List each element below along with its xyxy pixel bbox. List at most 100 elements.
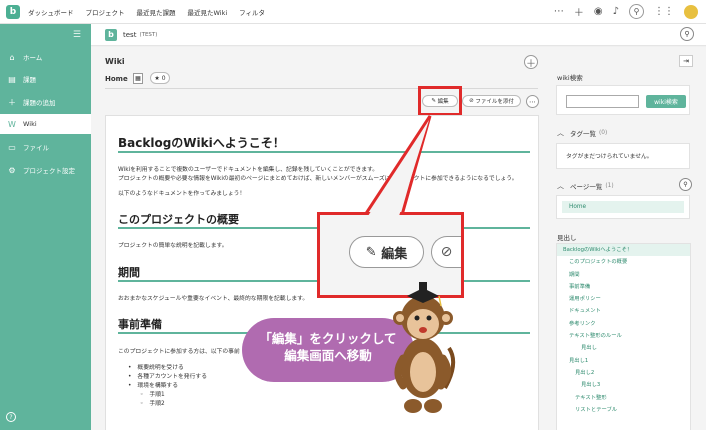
sidebar-item-label: 課題 — [23, 76, 36, 84]
list-item: 手順1 — [140, 389, 207, 398]
edit-button[interactable]: ✎ 編集 — [422, 95, 458, 107]
toc-item[interactable]: リストとテーブル — [557, 404, 690, 416]
nav-projects[interactable]: プロジェクト — [86, 7, 125, 17]
heading-underline — [118, 280, 530, 282]
top-icons: ⋯ ＋ ◉ ♪ ⚲ ⋮⋮ — [544, 4, 698, 19]
wiki-search-button[interactable]: wiki検索 — [646, 95, 686, 108]
sidebar-item-label: プロジェクト設定 — [23, 167, 75, 175]
sidebar-item-add-issue[interactable]: ＋ 課題の追加 — [0, 92, 91, 112]
bell-icon[interactable]: ♪ — [613, 6, 619, 17]
sidebar-item-project-settings[interactable]: ⚙ プロジェクト設定 — [0, 160, 91, 180]
tags-count: (0) — [599, 130, 608, 136]
star-count: 0 — [161, 74, 166, 82]
heading-underline — [118, 227, 530, 229]
toc-item[interactable]: 事前準備 — [557, 281, 690, 293]
sidebar-item-label: ホーム — [23, 54, 43, 62]
project-header: b test (TEST) ⚲ — [91, 24, 706, 46]
home-icon: ⌂ — [9, 52, 15, 62]
attach-file-button[interactable]: ⊘ ファイルを添付 — [462, 95, 521, 107]
tags-section-header[interactable]: ︿ タグ一覧 (0) — [557, 128, 607, 138]
star-icon: ★ — [154, 74, 160, 82]
heading-underline — [118, 151, 530, 153]
nav-recent-wiki[interactable]: 最近見たWiki — [188, 7, 228, 17]
wiki-icon: W — [8, 119, 16, 129]
hamburger-icon[interactable]: ☰ — [73, 30, 81, 40]
page-item-home[interactable]: Home — [562, 201, 684, 213]
pages-section-header[interactable]: ︿ ページ一覧 (1) — [557, 181, 614, 191]
search-icon[interactable]: ⚲ — [629, 4, 644, 19]
nav-dashboard[interactable]: ダッシュボード — [28, 7, 74, 17]
toc-item[interactable]: ドキュメント — [557, 305, 690, 317]
list-item: 各種アカウントを発行する — [128, 371, 207, 380]
wiki-page-name: Home — [105, 75, 128, 83]
toc-item[interactable]: 見出し — [557, 342, 690, 354]
toc-item[interactable]: 期間 — [557, 269, 690, 281]
list-item: 環境を構築する — [128, 380, 207, 389]
toc-item[interactable]: 参考リンク — [557, 318, 690, 330]
toc-item[interactable]: BacklogのWikiへようこそ！ — [557, 244, 690, 257]
top-nav: ダッシュボード プロジェクト 最近見た課題 最近見たWiki フィルタ — [28, 7, 277, 17]
sidebar: ☰ ⌂ ホーム ▤ 課題 ＋ 課題の追加 W Wiki ▭ ファイル ⚙ プロジ… — [0, 24, 91, 430]
avatar[interactable] — [684, 4, 698, 19]
plus-icon: ＋ — [8, 97, 16, 107]
history-icon[interactable]: ▦ — [133, 73, 143, 84]
tags-title: タグ一覧 — [570, 130, 596, 138]
toc-item[interactable]: 見出し1 — [557, 355, 690, 367]
toc-title: 見出し — [557, 234, 577, 242]
doc-heading-period: 期間 — [118, 266, 140, 279]
file-icon: ▭ — [8, 142, 16, 152]
help-icon[interactable]: ? — [6, 412, 16, 422]
toc-item[interactable]: 運用ポリシー — [557, 293, 690, 305]
wiki-search-label: wiki検索 — [557, 74, 583, 82]
heading-underline — [118, 332, 530, 334]
pages-box: Home — [556, 195, 690, 219]
pages-search-icon[interactable]: ⚲ — [679, 178, 692, 191]
chevron-up-icon: ︿ — [557, 182, 564, 190]
project-name[interactable]: test — [123, 31, 136, 39]
gear-icon: ⚙ — [8, 165, 16, 175]
list-item: 手順2 — [140, 398, 207, 407]
edit-button-label: 編集 — [437, 99, 449, 105]
doc-prep-text: このプロジェクトに参加する方は、以下の事前 — [118, 349, 240, 355]
toc-item[interactable]: 見出し3 — [557, 379, 690, 391]
divider — [105, 88, 538, 89]
nav-filter[interactable]: フィルタ — [239, 7, 265, 17]
chevron-up-icon: ︿ — [557, 129, 564, 137]
main-content: Wiki ＋ Home ▦ ★ 0 ✎ 編集 ⊘ ファイルを添付 ⋯ Backl… — [91, 47, 546, 430]
wiki-document: BacklogのWikiへようこそ！ Wikiを利用することで複数のユーザーでド… — [105, 115, 539, 430]
sidebar-item-issues[interactable]: ▤ 課題 — [0, 69, 91, 89]
doc-heading: BacklogのWikiへようこそ！ — [118, 136, 285, 150]
pencil-icon: ✎ — [431, 98, 436, 104]
sidebar-item-label: ファイル — [23, 144, 49, 152]
nav-recent-issues[interactable]: 最近見た課題 — [137, 7, 176, 17]
project-search-icon[interactable]: ⚲ — [680, 27, 694, 41]
sidebar-item-wiki[interactable]: W Wiki — [0, 114, 91, 134]
paperclip-icon: ⊘ — [469, 98, 474, 104]
attach-file-label: ファイルを添付 — [475, 99, 514, 105]
doc-intro-1: Wikiを利用することで複数のユーザーでドキュメントを編集し、記録を残していくこ… — [118, 167, 379, 173]
star-button[interactable]: ★ 0 — [150, 72, 170, 84]
doc-heading-overview: このプロジェクトの概要 — [118, 213, 239, 226]
collapse-panel-icon[interactable]: ⇥ — [679, 55, 693, 67]
toc-item[interactable]: 見出し2 — [557, 367, 690, 379]
toc-item[interactable]: このプロジェクトの概要 — [557, 256, 690, 268]
toc-item[interactable]: テキスト整形 — [557, 392, 690, 404]
backlog-logo[interactable]: b — [6, 4, 20, 19]
apps-icon[interactable]: ⋮⋮ — [654, 6, 674, 17]
doc-intro-2: プロジェクトの概要や必要な情報をWikiの最初のページにまとめておけば、新しいメ… — [118, 176, 518, 182]
sidebar-item-home[interactable]: ⌂ ホーム — [0, 47, 91, 67]
wiki-search-box: wiki検索 — [556, 85, 690, 115]
eye-icon[interactable]: ◉ — [594, 6, 603, 17]
right-panel: ⇥ wiki検索 wiki検索 ︿ タグ一覧 (0) タグがまだつけられていませ… — [546, 47, 706, 430]
plus-icon[interactable]: ＋ — [574, 4, 584, 19]
wiki-search-input[interactable] — [566, 95, 639, 108]
sidebar-item-files[interactable]: ▭ ファイル — [0, 137, 91, 157]
toc-item[interactable]: テキスト整形のルール — [557, 330, 690, 342]
list-item: 概要説明を受ける — [128, 362, 207, 371]
project-key: (TEST) — [139, 31, 158, 38]
tags-box: タグがまだつけられていません。 — [556, 143, 690, 169]
more-options-button[interactable]: ⋯ — [526, 95, 539, 108]
more-icon[interactable]: ⋯ — [554, 6, 564, 17]
add-page-button[interactable]: ＋ — [524, 55, 538, 70]
toc-box: BacklogのWikiへようこそ！ このプロジェクトの概要 期間 事前準備 運… — [556, 243, 691, 430]
